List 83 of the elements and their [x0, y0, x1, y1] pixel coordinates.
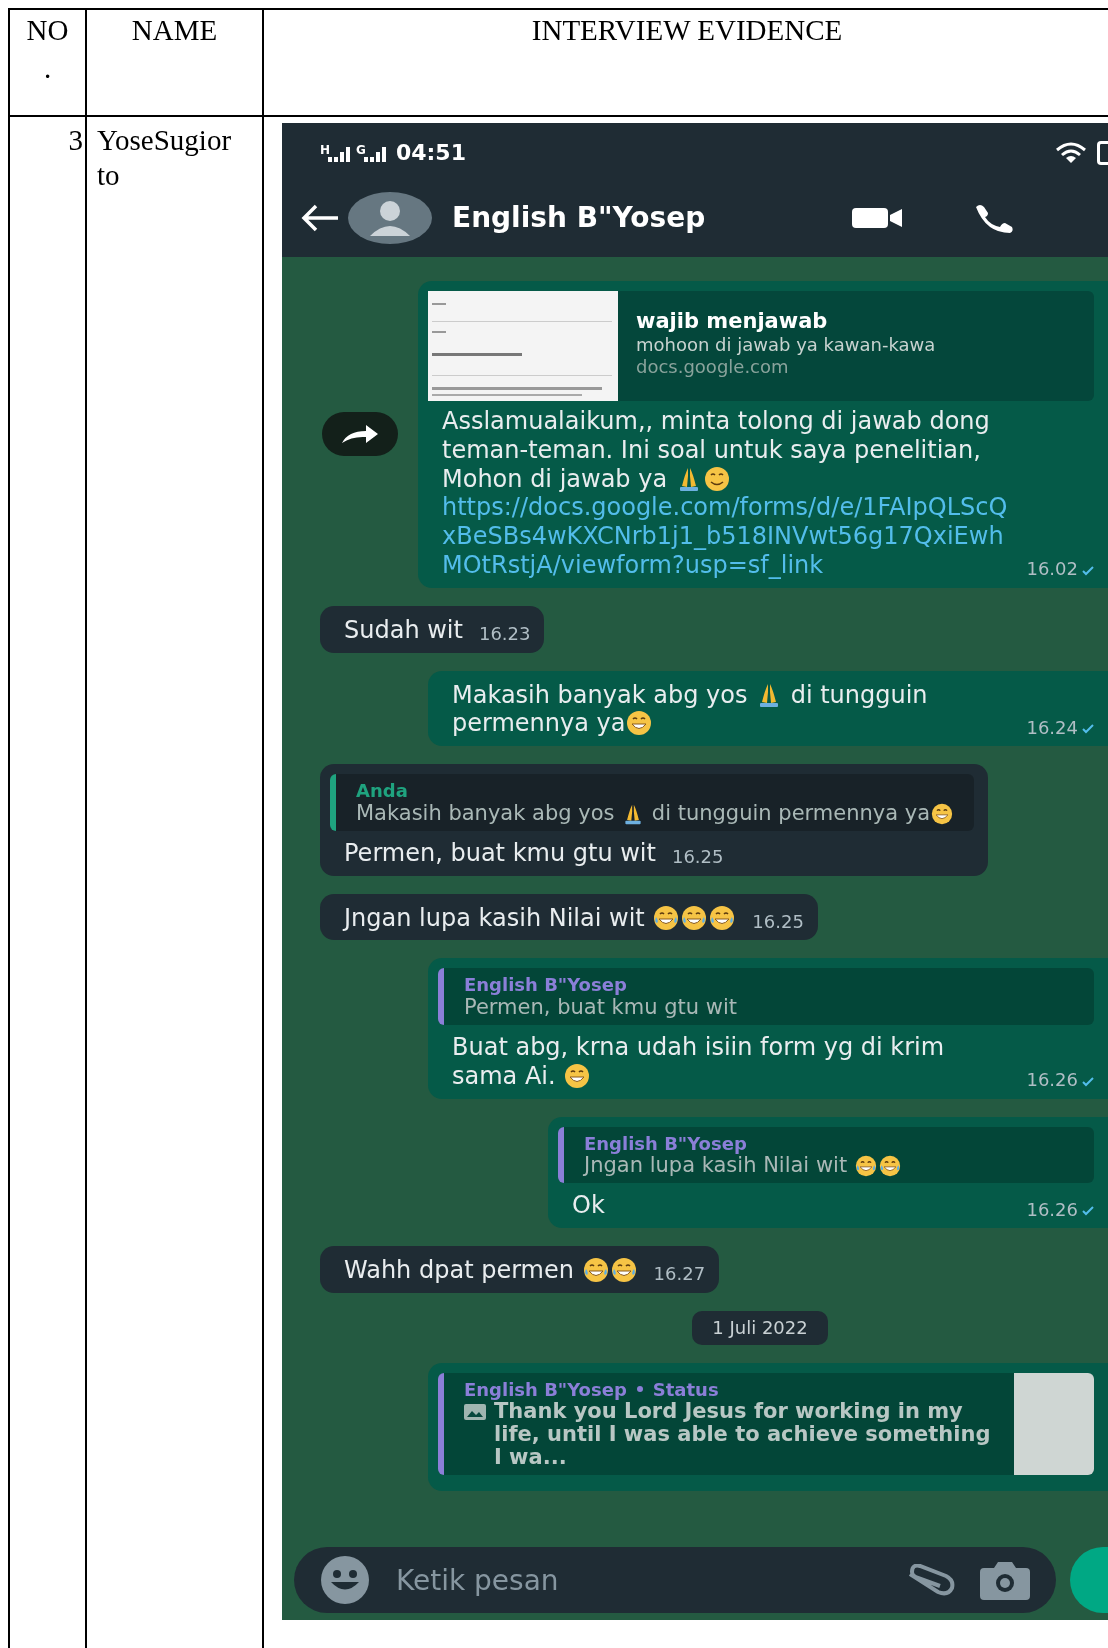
status-quote[interactable]: English B"Yosep Status Thank you Lord Jesus for working in my life, until I was able to achieve something I wa... [438, 1372, 1094, 1476]
emoji-icon [709, 904, 736, 931]
column-header: NO. [25, 13, 70, 86]
quoted-text: Makasih banyak abg yos di tungguin permennya ya [356, 800, 955, 825]
status-label: Status [652, 1378, 719, 1401]
camera-icon[interactable] [980, 1560, 1030, 1600]
message-time: 16.02 [1026, 558, 1078, 580]
quoted-text: Permen, buat kmu gtu wit [464, 995, 737, 1020]
preview-description: mohoon di jawab ya kawan-kawa [636, 334, 936, 356]
message-text: Sudah wit [344, 615, 463, 645]
message-bubble[interactable]: Wahh dpat permen 16.27 [320, 1246, 720, 1293]
chat-title: English B"Yosep [452, 201, 707, 235]
network-label: H [320, 144, 331, 156]
date-chip: 1 Juli 2022 [692, 1311, 828, 1345]
emoji-icon [878, 1155, 901, 1178]
message-text: Jngan lupa kasih Nilai wit [344, 903, 737, 933]
message-bubble[interactable]: English B"Yosep Jngan lupa kasih Nilai wit Ok 16.26 [548, 1116, 1108, 1229]
message-time: 16.26 [1026, 1069, 1078, 1091]
message-text: Makasih banyak abg yos di tungguin permennya ya [452, 680, 929, 739]
emoji-icon [610, 1257, 637, 1284]
message-bubble[interactable] [418, 281, 1108, 588]
message-time: 16.25 [752, 910, 804, 933]
message-bubble[interactable]: Jngan lupa kasih Nilai wit 16.25 [320, 893, 818, 941]
emoji-icon [653, 904, 680, 931]
emoji-icon [703, 465, 730, 492]
forward-button[interactable] [322, 412, 398, 457]
signal-icon [363, 144, 386, 162]
wifi-icon [1055, 142, 1087, 164]
image-icon [464, 1404, 486, 1421]
emoji-icon [681, 904, 708, 931]
quote-author: English B"Yosep [464, 974, 628, 997]
message-text: Permen, buat kmu gtu wit [344, 838, 656, 868]
emoji-icon [582, 1257, 609, 1284]
back-arrow-icon[interactable] [300, 204, 340, 232]
quoted-message[interactable]: English B"Yosep Jngan lupa kasih Nilai wit [558, 1126, 1094, 1184]
emoji-icon [564, 1062, 591, 1089]
message-time: 16.23 [478, 623, 531, 645]
link-preview[interactable]: wajib menjawab mohoon di jawab ya kawan-kawa docs.google.com [428, 291, 1094, 401]
quoted-status-text: Thank you Lord Jesus for working in my life, until I was able to achieve something I wa... [494, 1400, 992, 1470]
message-text: Buat abg, krna udah isiin form yg di krim sama Ai. [452, 1033, 946, 1091]
check-icon [1082, 1206, 1094, 1217]
signal-icon [328, 144, 351, 162]
message-bubble[interactable]: English B"Yosep Permen, buat kmu gtu wit Buat abg, krna udah isiin form yg di krim sama Ai. 16.26 [428, 958, 1108, 1099]
battery-icon [1097, 141, 1108, 165]
check-icon [1082, 565, 1094, 576]
message-time: 16.27 [653, 1263, 706, 1285]
quoted-text: Jngan lupa kasih Nilai wit [584, 1153, 902, 1178]
emoji-icon[interactable] [320, 1555, 370, 1605]
emoji-icon [854, 1155, 877, 1178]
check-icon [1082, 724, 1094, 735]
quote-author: Anda [356, 780, 409, 802]
video-call-icon[interactable] [852, 207, 902, 229]
message-bubble[interactable]: Makasih banyak abg yos di tungguin permennya ya 16.24 [428, 670, 1108, 747]
quoted-message[interactable]: English B"Yosep Permen, buat kmu gtu wit [438, 968, 1094, 1026]
quoted-message[interactable]: Anda Makasih banyak abg yos di tungguin permennya ya [330, 774, 975, 831]
separator-dot [636, 1386, 643, 1393]
message-bubble[interactable]: Sudah wit 16.23 [320, 605, 545, 653]
message-text: Ok [572, 1191, 606, 1221]
avatar-icon[interactable] [348, 192, 432, 244]
person-name: YoseSugiorto [97, 123, 233, 193]
share-arrow-icon [340, 423, 380, 446]
message-text: Wahh dpat permen [344, 1256, 638, 1285]
column-header: INTERVIEW EVIDENCE [531, 13, 843, 48]
emoji-icon [626, 710, 653, 737]
row-number: 3 [68, 124, 83, 156]
quote-author: English B"Yosep [584, 1132, 748, 1155]
message-input-bar[interactable]: Ketik pesan [294, 1547, 1056, 1613]
preview-domain: docs.google.com [636, 355, 790, 378]
quote-author: English B"Yosep [464, 1378, 627, 1401]
send-button[interactable] [1070, 1547, 1108, 1613]
message-bubble[interactable]: English B"Yosep Status Thank you Lord Jesus for working in my life, until I was able to achieve something I wa... [428, 1362, 1108, 1492]
form-link[interactable]: https://docs.google.com/forms/d/e/1FAIpQLScQxBeSBs4wKXCNrb1j1_b518INVwt56g17QxiEwhMOtRstjA/viewform?usp=sf_link [442, 493, 1011, 580]
message-bubble[interactable]: Anda Makasih banyak abg yos di tungguin permennya ya Permen, buat kmu gtu wit 16.25 [320, 764, 989, 876]
column-header: NAME [131, 13, 218, 48]
check-icon [1082, 1076, 1094, 1087]
preview-title: wajib menjawab [636, 309, 829, 335]
emoji-icon [931, 802, 954, 825]
message-time: 16.24 [1026, 716, 1078, 739]
message-time: 16.26 [1026, 1198, 1078, 1221]
message-time: 16.25 [671, 846, 724, 868]
clock-time: 04:51 [395, 139, 466, 167]
network-label: G [356, 144, 366, 156]
message-text: Asslamualaikum,, minta tolong di jawab dong teman-teman. Ini soal untuk saya penelitian, Mohon di jawab ya [442, 407, 991, 494]
